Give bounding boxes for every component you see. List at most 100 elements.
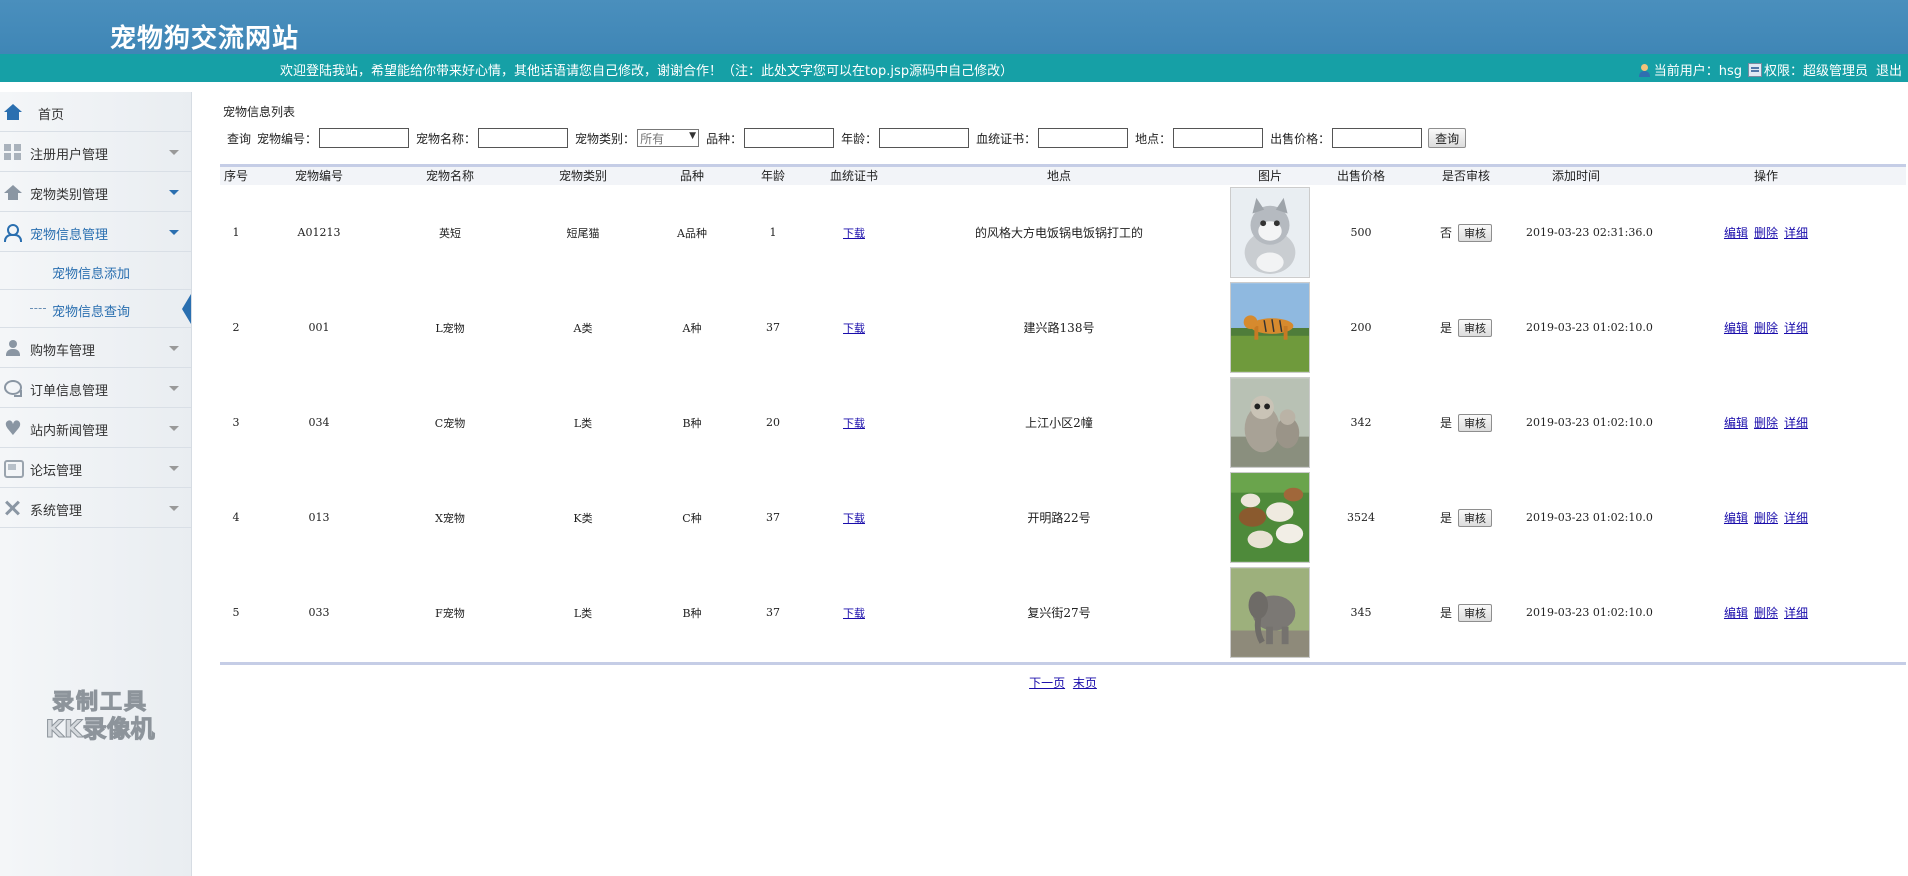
delete-link[interactable]: 删除 xyxy=(1754,224,1778,241)
detail-link[interactable]: 详细 xyxy=(1784,224,1808,241)
pet-breed: A品种 xyxy=(677,226,707,240)
audit-button[interactable]: 审核 xyxy=(1458,223,1492,242)
pedigree-input[interactable] xyxy=(1038,128,1129,148)
column-header: 添加时间 xyxy=(1551,169,1600,183)
edit-link[interactable]: 编辑 xyxy=(1724,414,1748,431)
pedigree-download-link[interactable]: 下载 xyxy=(843,227,865,240)
chat-icon xyxy=(4,380,22,397)
location-input[interactable] xyxy=(1173,128,1264,148)
pet-location: 建兴路138号 xyxy=(1023,321,1095,335)
last-page-link[interactable]: 末页 xyxy=(1073,676,1097,690)
age-label: 年龄： xyxy=(841,131,878,146)
audit-cell: 是审核 xyxy=(1406,318,1526,337)
sidebar-item-forum-management[interactable]: 论坛管理 xyxy=(0,448,191,488)
table-row: 5 033 F宠物 L类 B种 37 下载 复兴街27号 345 是审核 2019-03-23 01… xyxy=(220,565,1906,660)
sidebar-subitem-pet-add[interactable]: 宠物信息添加 xyxy=(0,252,191,290)
search-button[interactable]: 查询 xyxy=(1428,128,1467,148)
sidebar-item-category-management[interactable]: 宠物类别管理 xyxy=(0,172,191,212)
column-header: 宠物名称 xyxy=(425,169,474,183)
pet-category: 短尾猫 xyxy=(566,226,600,240)
pedigree-download-link[interactable]: 下载 xyxy=(843,607,865,620)
pet-table: 序号 宠物编号 宠物名称 宠物类别 品种 年龄 血统证书 地点 图片 出售价格 是否审核 添加时间 操作… xyxy=(220,164,1906,660)
next-page-link[interactable]: 下一页 xyxy=(1029,676,1065,690)
detail-link[interactable]: 详细 xyxy=(1784,414,1808,431)
audit-button[interactable]: 审核 xyxy=(1458,318,1492,337)
pet-photo-tiger[interactable] xyxy=(1230,282,1310,373)
delete-link[interactable]: 删除 xyxy=(1754,414,1778,431)
sidebar-item-order-management[interactable]: 订单信息管理 xyxy=(0,368,191,408)
pet-category-label: 宠物类别： xyxy=(575,131,636,146)
pet-breed: A种 xyxy=(682,321,702,335)
photo-cell xyxy=(1224,472,1316,563)
row-no: 1 xyxy=(232,226,240,239)
delete-link[interactable]: 删除 xyxy=(1754,509,1778,526)
column-header: 宠物编号 xyxy=(294,169,343,183)
pet-name-input[interactable] xyxy=(478,128,569,148)
chevron-down-icon xyxy=(169,466,179,471)
pedigree-download-link[interactable]: 下载 xyxy=(843,417,865,430)
operations-cell: 编辑 删除 详细 xyxy=(1626,319,1906,336)
sidebar-item-cart-management[interactable]: 购物车管理 xyxy=(0,328,191,368)
pet-name-label: 宠物名称： xyxy=(416,131,477,146)
age-input[interactable] xyxy=(879,128,970,148)
pet-category: L类 xyxy=(573,606,593,620)
pet-photo-elephant[interactable] xyxy=(1230,567,1310,658)
sidebar-subitem-pet-query[interactable]: 宠物信息查询 xyxy=(0,290,191,328)
column-header: 图片 xyxy=(1257,169,1282,183)
pet-price: 345 xyxy=(1350,606,1372,619)
edit-link[interactable]: 编辑 xyxy=(1724,319,1748,336)
logout-link[interactable]: 退出 xyxy=(1876,60,1902,79)
pet-photo-kitten[interactable] xyxy=(1230,187,1310,278)
breed-input[interactable] xyxy=(744,128,835,148)
column-header: 是否审核 xyxy=(1441,169,1490,183)
pet-code: 034 xyxy=(308,416,330,429)
pet-age: 1 xyxy=(769,226,777,239)
photo-cell xyxy=(1224,377,1316,468)
sidebar-item-label: 首页 xyxy=(38,108,65,123)
audit-button[interactable]: 审核 xyxy=(1458,413,1492,432)
pedigree-label: 血统证书： xyxy=(976,131,1037,146)
operations-cell: 编辑 删除 详细 xyxy=(1626,224,1906,241)
price-input[interactable] xyxy=(1332,128,1423,148)
audit-status: 是 xyxy=(1439,511,1452,525)
table-row: 1 A01213 英短 短尾猫 A品种 1 下载 的风格大方电饭锅电饭锅打工的 500 否审核 20… xyxy=(220,185,1906,280)
current-user: 当前用户：hsg xyxy=(1653,64,1742,79)
photo-cell xyxy=(1224,187,1316,278)
pet-category: A类 xyxy=(573,321,593,335)
edit-link[interactable]: 编辑 xyxy=(1724,509,1748,526)
detail-link[interactable]: 详细 xyxy=(1784,509,1808,526)
audit-button[interactable]: 审核 xyxy=(1458,603,1492,622)
pet-code: 013 xyxy=(308,511,330,524)
pet-price: 342 xyxy=(1350,416,1372,429)
audit-button[interactable]: 审核 xyxy=(1458,508,1492,527)
sidebar-item-news-management[interactable]: 站内新闻管理 xyxy=(0,408,191,448)
pet-name: F宠物 xyxy=(435,606,465,620)
edit-link[interactable]: 编辑 xyxy=(1724,604,1748,621)
pedigree-download-link[interactable]: 下载 xyxy=(843,512,865,525)
sidebar-item-pet-info-management[interactable]: 宠物信息管理 xyxy=(0,212,191,252)
pet-photo-owl[interactable] xyxy=(1230,377,1310,468)
sidebar-item-system-management[interactable]: 系统管理 xyxy=(0,488,191,528)
row-no: 5 xyxy=(232,606,240,619)
delete-link[interactable]: 删除 xyxy=(1754,604,1778,621)
detail-link[interactable]: 详细 xyxy=(1784,319,1808,336)
site-title: 宠物狗交流网站 xyxy=(110,24,300,54)
table-body: 1 A01213 英短 短尾猫 A品种 1 下载 的风格大方电饭锅电饭锅打工的 500 否审核 20… xyxy=(220,185,1906,660)
pet-code-input[interactable] xyxy=(319,128,410,148)
pet-photo-sheep[interactable] xyxy=(1230,472,1310,563)
sidebar-item-label: 购物车管理 xyxy=(30,344,96,359)
detail-link[interactable]: 详细 xyxy=(1784,604,1808,621)
delete-link[interactable]: 删除 xyxy=(1754,319,1778,336)
search-bar: 查询 宠物编号： 宠物名称： 宠物类别： 所有 品种： 年龄： 血统证书： 地点… xyxy=(220,126,1906,150)
pet-category-select[interactable]: 所有 xyxy=(637,129,700,147)
sidebar-item-home[interactable]: 首页 xyxy=(0,92,191,132)
edit-link[interactable]: 编辑 xyxy=(1724,224,1748,241)
pedigree-download-link[interactable]: 下载 xyxy=(843,322,865,335)
sidebar-subitem-label: 宠物信息查询 xyxy=(52,305,131,320)
column-header: 宠物类别 xyxy=(558,169,607,183)
chevron-down-icon xyxy=(169,426,179,431)
sidebar-item-user-management[interactable]: 注册用户管理 xyxy=(0,132,191,172)
permission-icon xyxy=(1747,62,1762,77)
added-time: 2019-03-23 01:02:10.0 xyxy=(1526,416,1653,429)
forum-icon xyxy=(4,460,24,478)
